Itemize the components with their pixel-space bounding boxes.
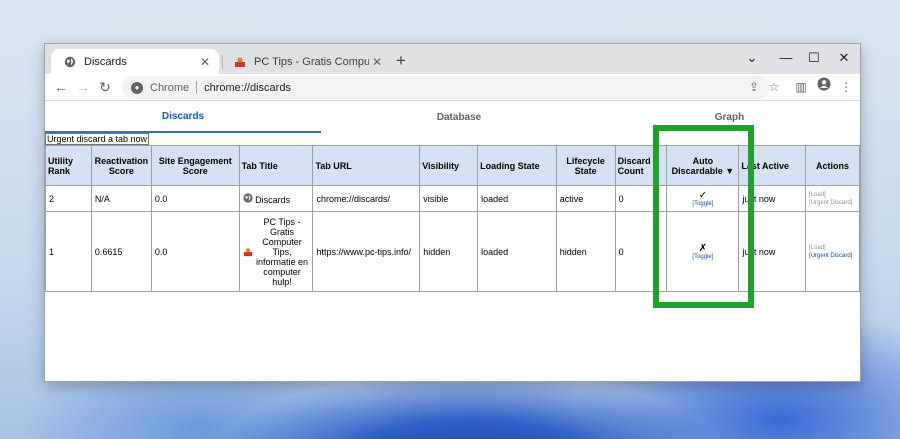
cell-loading-state: loaded: [477, 185, 557, 212]
tab-title-text: PC Tips - Gratis Computer Tips, informat…: [256, 216, 309, 287]
page-tabs: Discards Database Graph: [45, 101, 860, 133]
cell-loading-state: loaded: [477, 211, 557, 292]
tab-discards[interactable]: Discards: [45, 101, 321, 133]
cell-discard-count: 0: [614, 185, 668, 212]
omnibox-divider: [196, 81, 198, 94]
tab-title: PC Tips - Gratis Computer Tips, i: [254, 55, 369, 68]
cell-auto-discardable: ✓ [Toggle]: [666, 185, 740, 212]
col-utility-rank[interactable]: Utility Rank: [45, 145, 92, 186]
close-window-button[interactable]: ✕: [830, 46, 858, 70]
close-icon[interactable]: ✕: [369, 55, 385, 69]
minimize-button[interactable]: —: [772, 46, 800, 70]
cell-last-active: just now: [738, 185, 807, 212]
discards-page: Discards Database Graph Urgent discard a…: [45, 101, 860, 381]
cell-lifecycle-state: active: [555, 185, 616, 212]
col-lifecycle-state[interactable]: Lifecycle State: [555, 145, 616, 186]
urgent-discard-link: [Urgent Discard]: [809, 199, 853, 206]
cell-tab-title: Discards: [238, 185, 314, 212]
globe-icon: [63, 55, 76, 68]
cell-tab-title: PC Tips - Gratis Computer Tips, informat…: [238, 211, 314, 292]
col-loading-state[interactable]: Loading State: [477, 145, 557, 186]
chrome-window: Discards ✕ PC Tips - Gratis Computer Tip…: [44, 43, 861, 382]
col-actions[interactable]: Actions: [805, 145, 860, 186]
cell-utility-rank: 2: [45, 185, 92, 212]
cross-mark-icon: ✗: [698, 243, 708, 254]
load-link: [Load]: [809, 191, 826, 198]
tab-strip: Discards ✕ PC Tips - Gratis Computer Tip…: [45, 44, 860, 74]
col-discard-count[interactable]: Discard Count: [614, 145, 668, 186]
cell-reactivation-score: N/A: [90, 185, 152, 212]
tab-title-text: Discards: [255, 194, 291, 205]
tab-search-icon[interactable]: ⌄: [738, 46, 766, 70]
omnibox-url[interactable]: chrome://discards: [204, 82, 291, 94]
toggle-link[interactable]: [Toggle]: [670, 201, 735, 207]
col-last-active[interactable]: Last Active: [738, 145, 807, 186]
pctips-favicon-icon: [233, 55, 246, 68]
globe-icon: [243, 192, 253, 203]
cell-last-active: just now: [738, 211, 807, 292]
menu-kebab-icon[interactable]: ⋮: [835, 76, 857, 98]
col-auto-discardable-label: Auto Discardable: [671, 155, 723, 176]
cell-utility-rank: 1: [45, 211, 92, 292]
cell-tab-url: chrome://discards/: [312, 185, 421, 212]
tab-graph[interactable]: Graph: [597, 101, 860, 133]
table-row: 1 0.6615 0.0 PC Tips - Gratis Computer T…: [45, 211, 860, 292]
cell-actions: [Load] [Urgent Discard]: [805, 211, 860, 292]
browser-tab-pctips[interactable]: PC Tips - Gratis Computer Tips, i ✕: [221, 49, 391, 74]
cell-discard-count: 0: [614, 211, 668, 292]
checkmark-icon: ✓: [698, 190, 708, 201]
col-tab-title[interactable]: Tab Title: [238, 145, 314, 186]
urgent-discard-link[interactable]: [Urgent Discard]: [809, 252, 856, 260]
pctips-favicon-icon: [243, 247, 253, 257]
close-icon[interactable]: ✕: [197, 55, 213, 69]
profile-avatar-icon[interactable]: [813, 76, 835, 98]
sort-down-icon: ▼: [725, 165, 735, 176]
new-tab-button[interactable]: +: [391, 51, 411, 71]
bookmark-star-icon[interactable]: ☆: [763, 76, 785, 98]
col-reactivation-score[interactable]: Reactivation Score: [90, 145, 152, 186]
table-header-row: Utility Rank Reactivation Score Site Eng…: [45, 145, 860, 186]
forward-arrow-icon[interactable]: →: [73, 77, 93, 97]
reload-icon[interactable]: ↻: [95, 77, 115, 97]
back-arrow-icon[interactable]: ←: [51, 77, 71, 97]
chrome-logo-icon: ●: [131, 81, 143, 94]
side-panel-icon[interactable]: ▥: [790, 76, 812, 98]
cell-visibility: hidden: [419, 211, 479, 292]
address-bar[interactable]: ● Chrome chrome://discards: [122, 76, 770, 99]
cell-tab-url: https://www.pc-tips.info/: [312, 211, 421, 292]
cell-site-engagement: 0.0: [150, 185, 240, 212]
omnibox-chip: Chrome: [150, 81, 190, 94]
discards-table: Utility Rank Reactivation Score Site Eng…: [45, 145, 860, 292]
browser-tab-discards[interactable]: Discards ✕: [51, 49, 219, 74]
col-auto-discardable[interactable]: Auto Discardable ▼: [666, 145, 740, 186]
col-site-engagement-score[interactable]: Site Engagement Score: [150, 145, 240, 186]
toggle-link[interactable]: [Toggle]: [670, 254, 735, 260]
col-tab-url[interactable]: Tab URL: [312, 145, 421, 186]
cell-lifecycle-state: hidden: [555, 211, 616, 292]
cell-actions: [Load] [Urgent Discard]: [805, 185, 860, 212]
share-icon[interactable]: ⇪: [743, 76, 765, 98]
tab-database[interactable]: Database: [321, 101, 597, 133]
cell-auto-discardable: ✗ [Toggle]: [666, 211, 740, 292]
cell-visibility: visible: [419, 185, 479, 212]
cell-site-engagement: 0.0: [150, 211, 240, 292]
load-link: [Load]: [809, 244, 826, 251]
cell-reactivation-score: 0.6615: [90, 211, 152, 292]
urgent-discard-button[interactable]: Urgent discard a tab now: [45, 133, 150, 145]
tab-title: Discards: [84, 55, 127, 68]
browser-toolbar: ← → ↻ ● Chrome chrome://discards ⇪ ☆ ▥ ⋮: [45, 74, 860, 101]
maximize-button[interactable]: ☐: [800, 46, 828, 70]
col-visibility[interactable]: Visibility: [419, 145, 479, 186]
table-row: 2 N/A 0.0 Discards chrome://discards/ vi…: [45, 185, 860, 212]
